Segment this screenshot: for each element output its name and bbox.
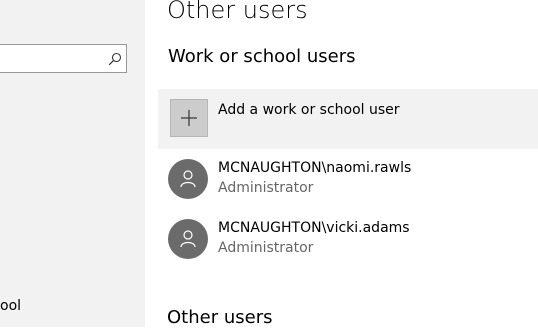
section-title-work: Work or school users	[168, 46, 356, 67]
search-icon[interactable]	[108, 51, 124, 67]
section-title-other: Other users	[167, 307, 273, 328]
user-name: MCNAUGHTON\vicki.adams	[218, 220, 410, 236]
sidebar: ool	[0, 0, 145, 327]
user-role: Administrator	[218, 240, 314, 256]
avatar	[168, 159, 208, 199]
add-work-user-label: Add a work or school user	[218, 102, 400, 118]
sidebar-item-label[interactable]: ool	[0, 296, 21, 316]
add-work-user-button[interactable]: Add a work or school user	[158, 89, 538, 149]
person-icon	[180, 230, 196, 248]
user-name: MCNAUGHTON\naomi.rawls	[218, 160, 412, 176]
user-item[interactable]: MCNAUGHTON\vicki.adams Administrator	[158, 219, 538, 275]
user-item[interactable]: MCNAUGHTON\naomi.rawls Administrator	[158, 159, 538, 215]
plus-icon	[181, 110, 197, 126]
main-content: Other users Work or school users Add a w…	[145, 0, 538, 328]
user-role: Administrator	[218, 180, 314, 196]
avatar	[168, 219, 208, 259]
page-title: Other users	[167, 0, 308, 24]
person-icon	[180, 170, 196, 188]
add-tile	[170, 99, 208, 137]
